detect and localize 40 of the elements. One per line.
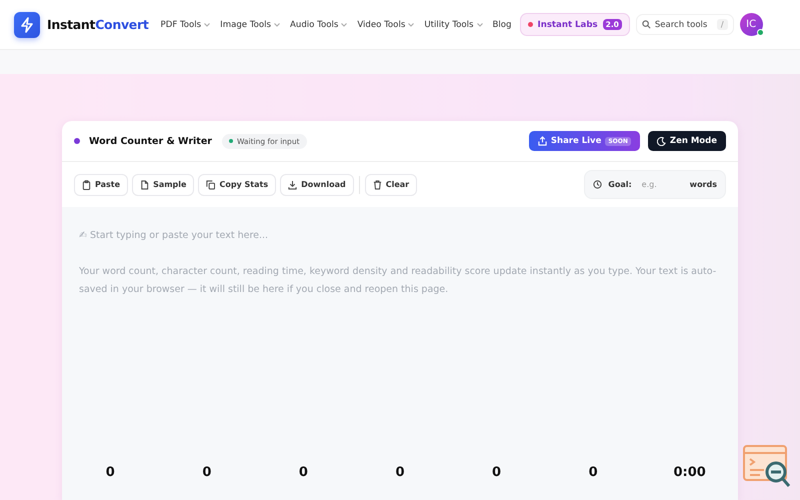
zen-mode-button[interactable]: Zen Mode [648,131,726,151]
toolbar-button[interactable]: Sample [132,174,194,196]
nav-link[interactable]: Video Tools [357,20,414,30]
nav-link[interactable]: Blog [492,20,512,30]
user-avatar[interactable]: IC [740,13,763,36]
file-icon [140,180,150,190]
stat-value: 0:00 [672,465,707,480]
search-icon [642,20,651,29]
goal-unit: words [690,180,717,189]
avatar-initials: IC [746,19,756,30]
text-editor[interactable]: ✍ Start typing or paste your text here... Your word count, character count, reading time, keyword density and readability score update instantly as you type. Your text is auto-saved in your browser — it will still be here if you close and reopen this page. [62,207,738,461]
copy-icon [206,180,216,190]
clock-icon [593,180,602,189]
nav-link[interactable]: Audio Tools [290,20,348,30]
download-icon [288,180,298,190]
title-dot [74,138,80,144]
nav-link[interactable]: Utility Tools [424,20,482,30]
clipboard-icon [82,180,91,190]
stat-value: 0 [491,465,502,480]
goal-label: Goal: [608,180,632,189]
brand-name[interactable]: InstantConvert [47,17,149,32]
tool-title: Word Counter & Writer [89,136,212,146]
logo-icon[interactable] [14,12,40,38]
moon-icon [656,136,666,146]
toolbar-button[interactable]: Download [280,174,354,196]
nav-link[interactable]: Image Tools [220,20,280,30]
toolbar-button[interactable]: Clear [364,174,418,196]
stat-value: 0 [104,465,116,480]
toolbar-button[interactable]: Paste [74,174,128,196]
shortcut-key: / [716,19,728,30]
upload-icon [538,136,547,146]
stat-value: 0 [588,465,599,480]
search-field[interactable]: Search tools [654,20,713,30]
stat-value: 0 [394,465,406,480]
toolbar-button[interactable]: Copy Stats [198,174,276,196]
nav-link[interactable]: PDF Tools [160,20,210,30]
stat-value: 0 [298,465,309,480]
browser-search-icon[interactable] [742,444,792,490]
stat-value: 0 [201,465,212,480]
trash-icon [372,180,382,190]
